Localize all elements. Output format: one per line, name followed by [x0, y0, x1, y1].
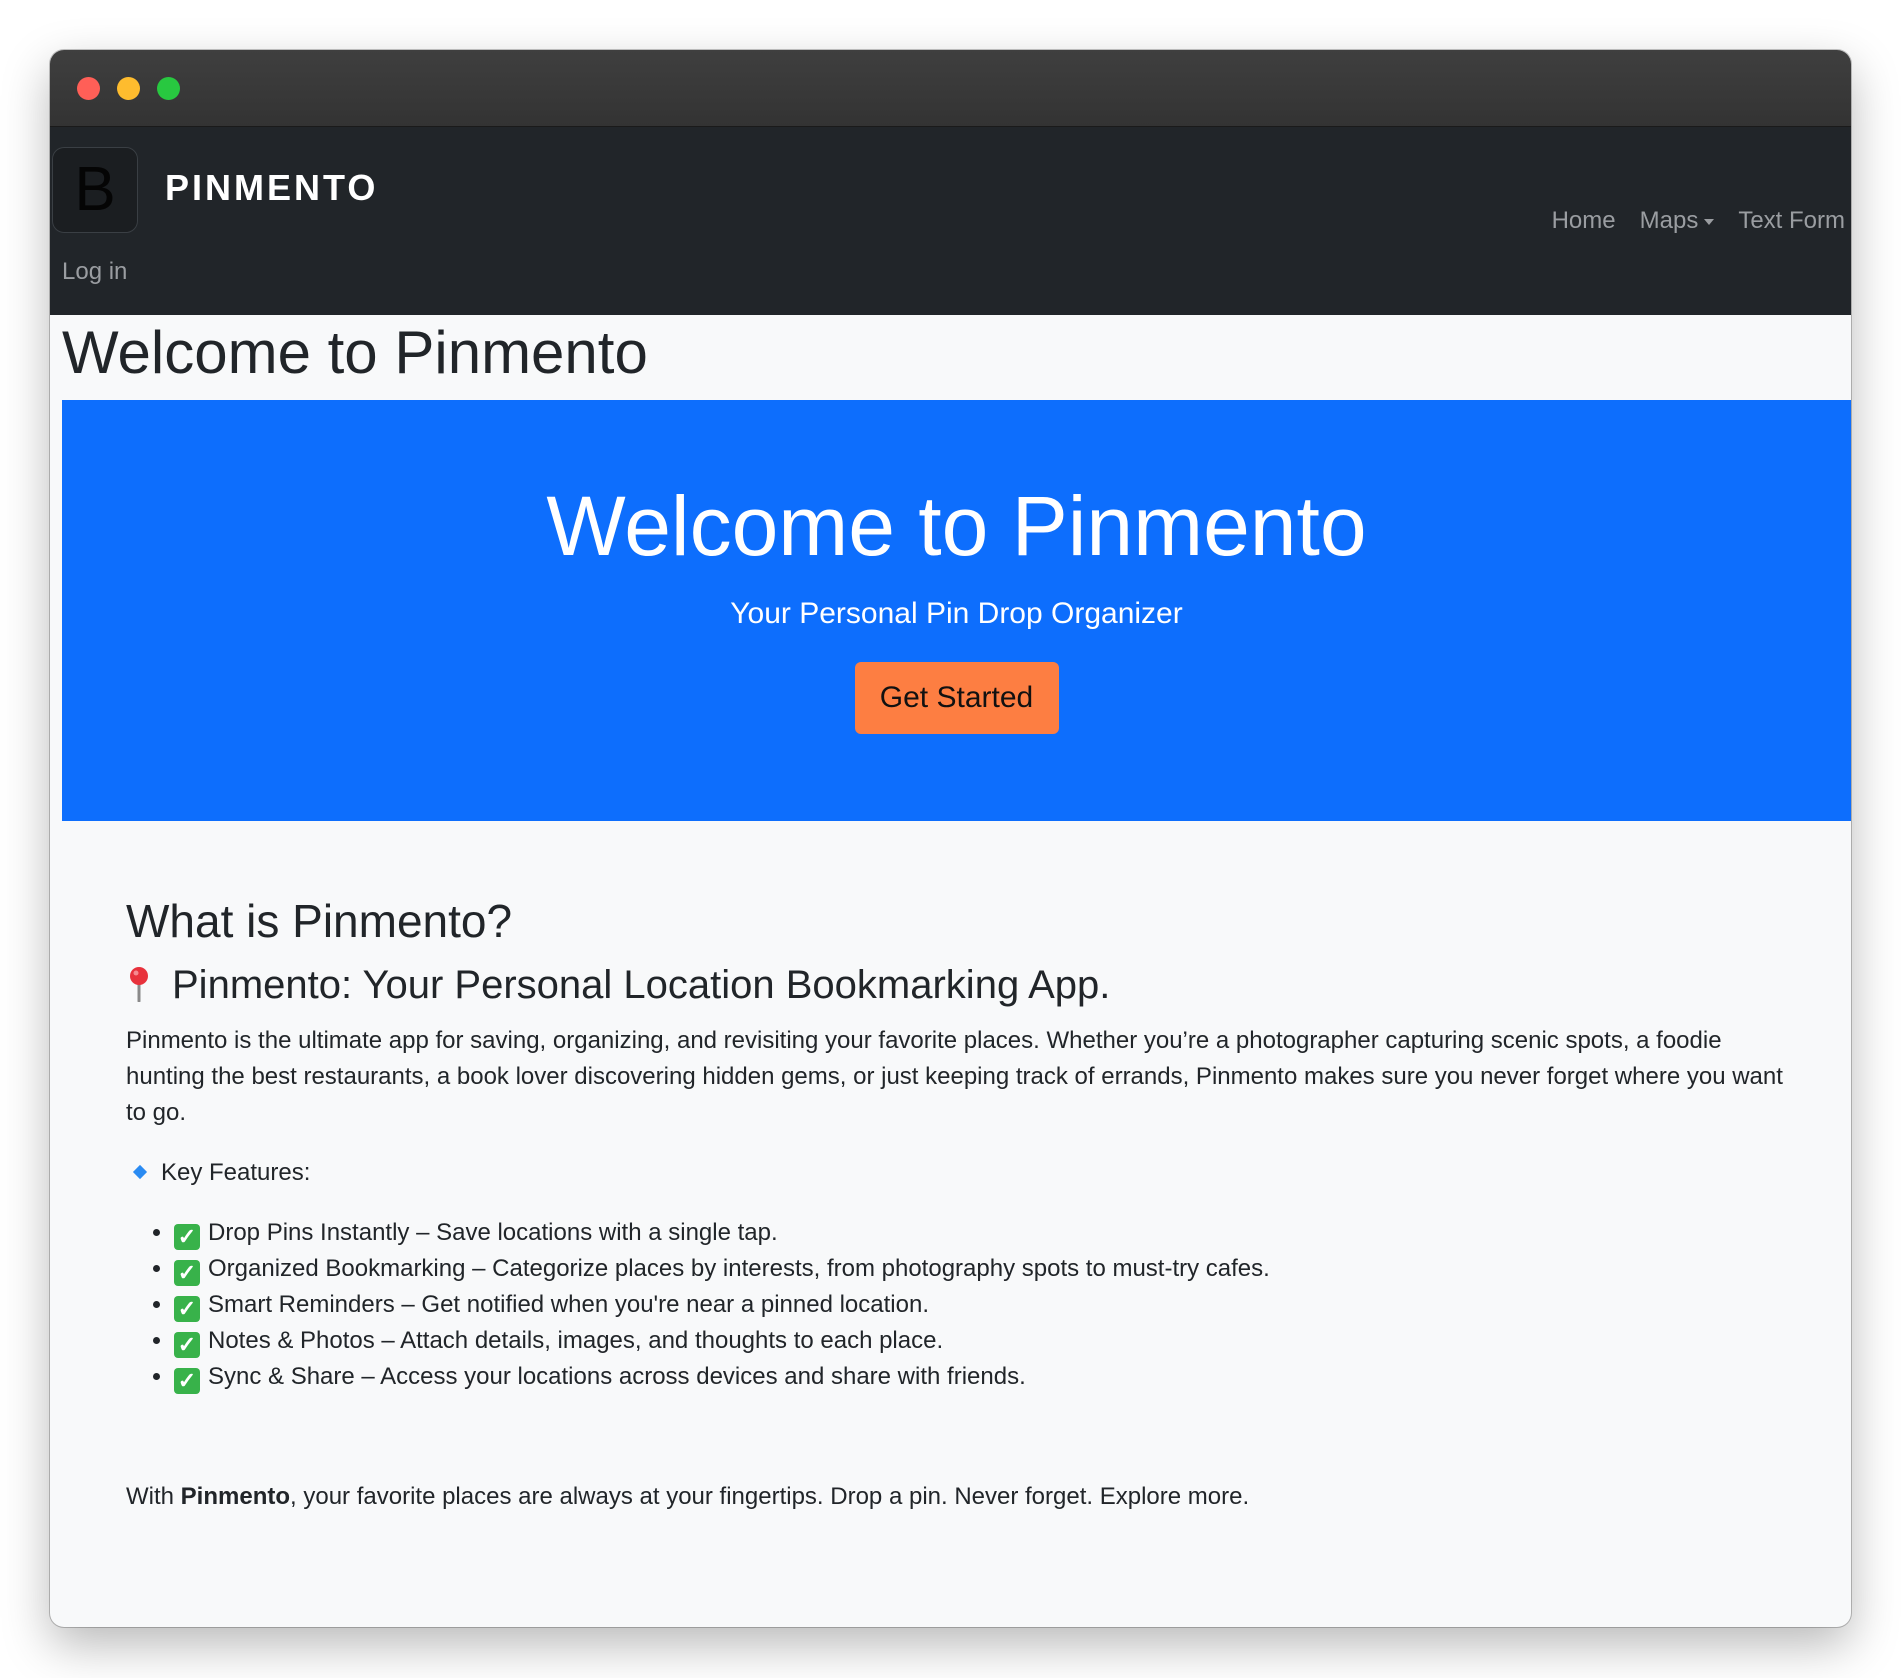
check-mark-icon: ✓ — [174, 1224, 200, 1250]
check-mark-icon: ✓ — [174, 1332, 200, 1358]
feature-text: Organized Bookmarking – Categorize place… — [208, 1255, 1270, 1282]
round-pushpin-icon — [130, 967, 148, 1002]
hero-title: Welcome to Pinmento — [546, 479, 1367, 573]
browser-window: B PINMENTO Home Maps Text Form Log in We… — [50, 50, 1851, 1627]
minimize-window-button[interactable] — [117, 77, 140, 100]
about-subheading: Pinmento: Your Personal Location Bookmar… — [172, 963, 1111, 1007]
caret-down-icon — [1704, 218, 1715, 225]
close-window-button[interactable] — [77, 77, 100, 100]
about-heading: What is Pinmento? — [126, 895, 513, 947]
feature-item: ✓ Smart Reminders – Get notified when you… — [174, 1287, 1806, 1323]
hero-subtitle: Your Personal Pin Drop Organizer — [730, 597, 1183, 630]
feature-text: Smart Reminders – Get notified when you'… — [208, 1291, 929, 1318]
features-heading-row: Key Features: — [126, 1155, 1806, 1191]
nav-link-text-form[interactable]: Text Form — [1738, 207, 1845, 235]
small-blue-diamond-icon — [132, 1164, 148, 1180]
closing-brand: Pinmento — [180, 1483, 291, 1510]
top-navbar: B PINMENTO Home Maps Text Form Log in — [50, 127, 1851, 315]
feature-item: ✓ Drop Pins Instantly – Save locations wi… — [174, 1215, 1806, 1251]
check-mark-icon: ✓ — [174, 1368, 200, 1394]
window-titlebar — [50, 50, 1851, 127]
brand-logo[interactable]: B — [52, 147, 138, 233]
zoom-window-button[interactable] — [157, 77, 180, 100]
brand-name[interactable]: PINMENTO — [165, 167, 378, 209]
feature-text: Drop Pins Instantly – Save locations wit… — [208, 1219, 778, 1246]
about-subheading-row: Pinmento: Your Personal Location Bookmar… — [126, 961, 1806, 1009]
nav-links: Home Maps Text Form — [1552, 207, 1845, 235]
page-title: Welcome to Pinmento — [62, 319, 648, 386]
check-mark-icon: ✓ — [174, 1296, 200, 1322]
feature-item: ✓ Sync & Share – Access your locations ac… — [174, 1359, 1806, 1395]
check-mark-icon: ✓ — [174, 1260, 200, 1286]
feature-text: Sync & Share – Access your locations acr… — [208, 1363, 1026, 1390]
intro-paragraph: Pinmento is the ultimate app for saving,… — [126, 1027, 1783, 1126]
get-started-button[interactable]: Get Started — [854, 662, 1059, 734]
closing-suffix: , your favorite places are always at you… — [290, 1483, 1250, 1510]
closing-paragraph: With Pinmento, your favorite places are … — [126, 1479, 1806, 1515]
hero-banner: Welcome to Pinmento Your Personal Pin Dr… — [62, 400, 1851, 821]
nav-dropdown-maps[interactable]: Maps — [1640, 207, 1715, 235]
nav-dropdown-maps-label: Maps — [1639, 207, 1699, 234]
nav-link-home[interactable]: Home — [1552, 207, 1616, 235]
login-link[interactable]: Log in — [62, 258, 127, 286]
feature-item: ✓ Notes & Photos – Attach details, images… — [174, 1323, 1806, 1359]
feature-text: Notes & Photos – Attach details, images,… — [208, 1327, 944, 1354]
features-heading: Key Features: — [161, 1159, 311, 1186]
closing-prefix: With — [126, 1483, 181, 1510]
feature-item: ✓ Organized Bookmarking – Categorize plac… — [174, 1251, 1806, 1287]
about-section: What is Pinmento? Pinmento: Your Persona… — [126, 893, 1806, 1515]
features-list: ✓ Drop Pins Instantly – Save locations wi… — [126, 1215, 1806, 1395]
